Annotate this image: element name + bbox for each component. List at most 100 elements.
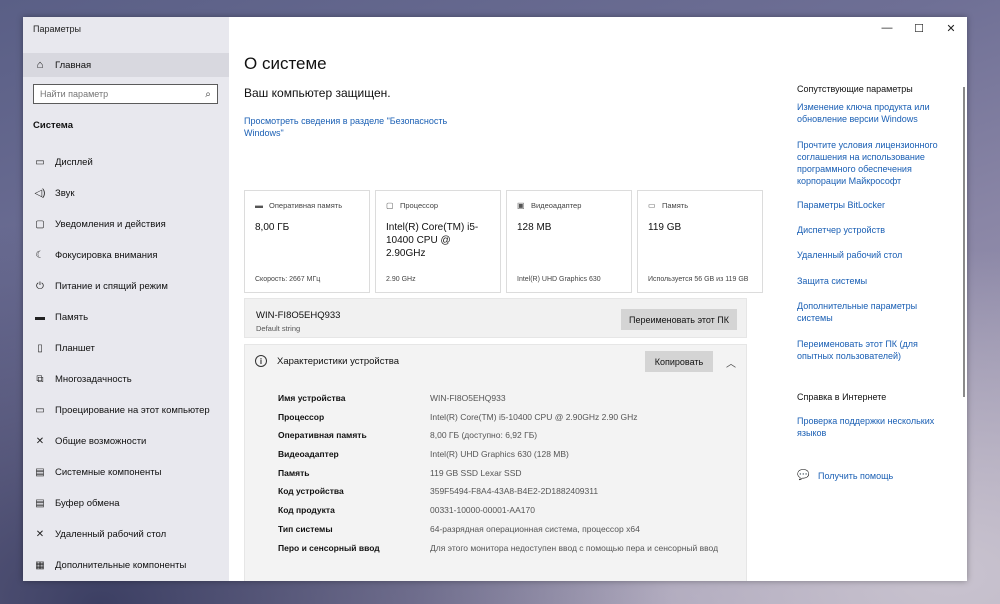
main-content: О системе Ваш компьютер защищен. Просмот… bbox=[229, 17, 967, 581]
scrollbar[interactable] bbox=[963, 87, 965, 397]
security-details-link[interactable]: Просмотреть сведения в разделе "Безопасн… bbox=[244, 115, 474, 139]
spec-row: Оперативная память 8,00 ГБ (доступно: 6,… bbox=[245, 430, 748, 449]
card-label: Память bbox=[662, 201, 689, 210]
card-label: Видеоадаптер bbox=[531, 201, 582, 210]
card-footer: Скорость: 2667 МГц bbox=[255, 276, 321, 283]
sidebar-item-storage[interactable]: ▬ Память bbox=[23, 302, 229, 333]
sidebar-item-system-components[interactable]: ▤ Системные компоненты bbox=[23, 457, 229, 488]
sidebar-item-label: Буфер обмена bbox=[55, 498, 120, 509]
multilanguage-support-link[interactable]: Проверка поддержки нескольких языков bbox=[797, 415, 947, 439]
sidebar-item-label: Системные компоненты bbox=[55, 467, 162, 478]
rename-pc-button[interactable]: Переименовать этот ПК bbox=[621, 309, 737, 330]
spec-value: Для этого монитора недоступен ввод с пом… bbox=[430, 542, 719, 553]
chat-icon: 💬 bbox=[797, 470, 810, 481]
spec-key: Тип системы bbox=[278, 523, 333, 534]
device-manager-link[interactable]: Диспетчер устройств bbox=[797, 224, 947, 236]
sidebar-item-sound[interactable]: ◁) Звук bbox=[23, 178, 229, 209]
home-icon: ⌂ bbox=[36, 59, 44, 71]
sidebar-item-multitasking[interactable]: ⧉ Многозадачность bbox=[23, 364, 229, 395]
bitlocker-link[interactable]: Параметры BitLocker bbox=[797, 199, 947, 211]
section-label: Система bbox=[33, 120, 73, 131]
storage-icon: ▬ bbox=[35, 312, 45, 323]
sidebar-item-focus-assist[interactable]: ☾ Фокусировка внимания bbox=[23, 240, 229, 271]
summary-cards: ▬ Оперативная память 8,00 ГБ Скорость: 2… bbox=[244, 190, 763, 293]
sidebar-item-notifications[interactable]: ▢ Уведомления и действия bbox=[23, 209, 229, 240]
spec-row: Память 119 GB SSD Lexar SSD bbox=[245, 468, 748, 487]
tablet-icon: ▯ bbox=[37, 343, 43, 354]
card-value: 8,00 ГБ bbox=[255, 222, 290, 233]
sound-icon: ◁) bbox=[34, 188, 46, 199]
spec-row: Имя устройства WIN-FI8O5EHQ933 bbox=[245, 393, 748, 412]
sidebar-item-home[interactable]: ⌂ Главная bbox=[23, 53, 229, 77]
spec-value: 119 GB SSD Lexar SSD bbox=[430, 467, 522, 478]
specs-title: Характеристики устройства bbox=[277, 356, 400, 367]
clipboard-icon: ▤ bbox=[35, 498, 45, 509]
sidebar-item-label: Удаленный рабочий стол bbox=[55, 529, 167, 540]
copy-button[interactable]: Копировать bbox=[645, 351, 713, 372]
specs-header[interactable]: i Характеристики устройства Копировать ︿ bbox=[245, 345, 748, 379]
rename-pc-advanced-link[interactable]: Переименовать этот ПК (для опытных польз… bbox=[797, 338, 947, 362]
spec-row: Тип системы 64-разрядная операционная си… bbox=[245, 524, 748, 543]
spec-key: Оперативная память bbox=[278, 430, 367, 441]
related-settings-title: Сопутствующие параметры bbox=[797, 84, 913, 94]
remote-desktop-link[interactable]: Удаленный рабочий стол bbox=[797, 249, 947, 261]
sidebar-item-display[interactable]: ▭ Дисплей bbox=[23, 147, 229, 178]
sidebar-item-label: Звук bbox=[55, 188, 75, 199]
sidebar: Параметры ⌂ Главная ⌕ Система ▭ Дисплей … bbox=[23, 17, 229, 581]
ram-icon: ▬ bbox=[255, 201, 263, 210]
device-name: WIN-FI8O5EHQ933 bbox=[256, 310, 341, 321]
spec-row: Код устройства 359F5494-F8A4-43A8-B4E2-2… bbox=[245, 486, 748, 505]
advanced-system-settings-link[interactable]: Дополнительные параметры системы bbox=[797, 300, 947, 324]
card-footer: 2.90 GHz bbox=[386, 276, 416, 283]
sidebar-item-projecting[interactable]: ▭ Проецирование на этот компьютер bbox=[23, 395, 229, 426]
card-value: 119 GB bbox=[648, 222, 682, 233]
system-protection-link[interactable]: Защита системы bbox=[797, 275, 947, 287]
card-label: Процессор bbox=[400, 201, 439, 210]
sidebar-nav: ▭ Дисплей ◁) Звук ▢ Уведомления и действ… bbox=[23, 147, 229, 581]
get-help-label: Получить помощь bbox=[818, 470, 894, 481]
spec-value: Intel(R) UHD Graphics 630 (128 MB) bbox=[430, 449, 569, 460]
gpu-card: ▣ Видеоадаптер 128 MB Intel(R) UHD Graph… bbox=[506, 190, 632, 293]
watermark-logo: OLX bbox=[790, 529, 893, 581]
sidebar-item-power[interactable]: ⏻ Питание и спящий режим bbox=[23, 271, 229, 302]
search-icon[interactable]: ⌕ bbox=[199, 89, 217, 100]
protection-status: Ваш компьютер защищен. bbox=[244, 86, 391, 100]
card-value: 128 MB bbox=[517, 222, 552, 233]
sidebar-item-shared-experiences[interactable]: ✕ Общие возможности bbox=[23, 426, 229, 457]
notifications-icon: ▢ bbox=[35, 219, 45, 230]
chevron-up-icon[interactable]: ︿ bbox=[726, 355, 736, 370]
product-key-link[interactable]: Изменение ключа продукта или обновление … bbox=[797, 101, 947, 125]
search-input[interactable] bbox=[34, 85, 199, 103]
sidebar-item-clipboard[interactable]: ▤ Буфер обмена bbox=[23, 488, 229, 519]
remote-desktop-icon: ✕ bbox=[35, 529, 45, 540]
device-name-panel: WIN-FI8O5EHQ933 Default string Переимено… bbox=[244, 298, 747, 338]
sidebar-item-label: Проецирование на этот компьютер bbox=[55, 405, 210, 416]
ram-card: ▬ Оперативная память 8,00 ГБ Скорость: 2… bbox=[244, 190, 370, 293]
license-terms-link[interactable]: Прочтите условия лицензионного соглашени… bbox=[797, 139, 947, 187]
spec-row: Перо и сенсорный ввод Для этого монитора… bbox=[245, 543, 748, 562]
sidebar-item-tablet[interactable]: ▯ Планшет bbox=[23, 333, 229, 364]
sidebar-item-remote-desktop[interactable]: ✕ Удаленный рабочий стол bbox=[23, 519, 229, 550]
spec-row: Код продукта 00331-10000-00001-AA170 bbox=[245, 505, 748, 524]
card-value: Intel(R) Core(TM) i5-10400 CPU @ 2.90GHz bbox=[386, 222, 479, 259]
spec-key: Код устройства bbox=[278, 486, 344, 497]
spec-key: Память bbox=[278, 467, 310, 478]
sidebar-item-label: Дополнительные компоненты bbox=[55, 560, 187, 571]
disk-icon: ▭ bbox=[648, 201, 656, 210]
info-icon: i bbox=[255, 355, 267, 367]
processor-card: ▢ Процессор Intel(R) Core(TM) i5-10400 C… bbox=[375, 190, 501, 293]
spec-row: Процессор Intel(R) Core(TM) i5-10400 CPU… bbox=[245, 412, 748, 431]
power-icon: ⏻ bbox=[36, 281, 44, 292]
spec-value: WIN-FI8O5EHQ933 bbox=[430, 393, 506, 403]
spec-value: 00331-10000-00001-AA170 bbox=[430, 505, 535, 516]
sidebar-item-label: Питание и спящий режим bbox=[55, 281, 168, 292]
spec-key: Код продукта bbox=[278, 505, 335, 516]
display-icon: ▭ bbox=[35, 157, 45, 168]
search-field[interactable]: ⌕ bbox=[33, 84, 218, 104]
spec-row: Видеоадаптер Intel(R) UHD Graphics 630 (… bbox=[245, 449, 748, 468]
spec-key: Имя устройства bbox=[278, 393, 346, 403]
sidebar-item-optional-features[interactable]: ▦ Дополнительные компоненты bbox=[23, 550, 229, 581]
storage-card: ▭ Память 119 GB Используется 56 GB из 11… bbox=[637, 190, 763, 293]
spec-value: Intel(R) Core(TM) i5-10400 CPU @ 2.90GHz… bbox=[430, 411, 638, 422]
get-help-link[interactable]: 💬 Получить помощь bbox=[797, 470, 893, 481]
